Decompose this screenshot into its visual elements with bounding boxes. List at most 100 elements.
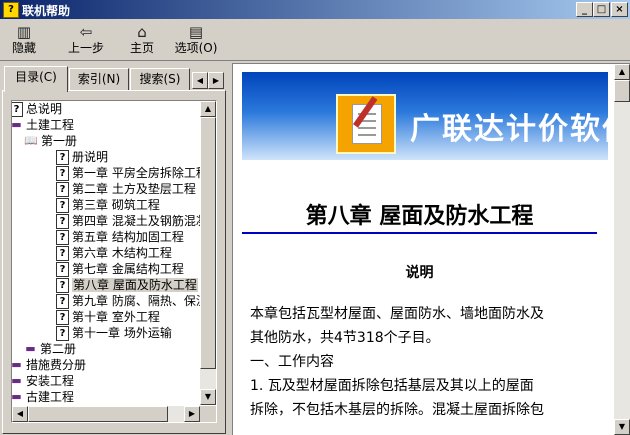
home-icon: ⌂	[137, 23, 147, 41]
paragraph-line: 本章包括瓦型材屋面、屋面防水、墙地面防水及	[250, 306, 544, 322]
home-button[interactable]: ⌂ 主页	[124, 22, 160, 58]
hide-icon: ▥	[16, 23, 32, 41]
banner-text: 广联达计价软件	[410, 112, 608, 147]
scroll-up-button[interactable]: ▲	[200, 101, 216, 117]
help-page-icon: ?	[56, 246, 69, 261]
book-icon: ▬	[25, 342, 36, 355]
tree-item[interactable]: ? 第六章 木结构工程	[56, 245, 172, 261]
options-icon: ▤	[188, 23, 204, 41]
help-page-icon: ?	[56, 214, 69, 229]
tree-item-label: 第二册	[40, 342, 77, 356]
help-page-icon: ?	[56, 310, 69, 325]
scroll-right-button[interactable]: ▶	[184, 406, 200, 422]
content-vertical-scrollbar[interactable]: ▲ ▼	[614, 64, 630, 435]
tree-item[interactable]: ? 第七章 金属结构工程	[56, 261, 184, 277]
scroll-down-button[interactable]: ▼	[200, 389, 216, 405]
tree-item[interactable]: ? 第三章 砌筑工程	[56, 197, 160, 213]
tree-item-label: 第九章 防腐、隔热、保温	[72, 294, 200, 308]
options-button[interactable]: ▤ 选项(O)	[172, 22, 220, 58]
tree-item-label: 安装工程	[26, 374, 75, 388]
content-scroll-up-button[interactable]: ▲	[614, 64, 630, 80]
tree-item[interactable]: ?第四章 混凝土及钢筋混凝土	[56, 213, 200, 229]
close-button[interactable]: ×	[611, 2, 628, 17]
tree-item-label: 第四章 混凝土及钢筋混凝土	[72, 214, 200, 228]
tree-item-label: 措施费分册	[26, 358, 87, 372]
tree-item[interactable]: ▬ 土建工程	[12, 117, 74, 133]
help-page-icon: ?	[56, 182, 69, 197]
tree-item-label: 古建工程	[26, 390, 75, 404]
tree-item-label: 第五章 结构加固工程	[72, 230, 184, 244]
content-scroll-thumb[interactable]	[614, 80, 630, 102]
help-page-icon: ?	[56, 326, 69, 341]
tab-index[interactable]: 索引(N)	[69, 68, 129, 91]
contents-tree: ? 总说明 ▬ 土建工程 📖 第一册? 册说明? 第一章 平房全房拆除工程? 第二章 土方及垫层…	[11, 100, 217, 423]
scroll-corner	[200, 406, 216, 422]
maximize-button[interactable]: □	[593, 2, 610, 17]
tree-item[interactable]: ▬ 安装工程	[12, 373, 74, 389]
tree-item-label: 第六章 木结构工程	[72, 246, 172, 260]
tree-item[interactable]: ? 册说明	[56, 149, 108, 165]
tab-scroll-left-button[interactable]: ◀	[192, 72, 208, 89]
help-page-icon: ?	[56, 230, 69, 245]
paragraph-line: 其他防水，共4节318个子目。	[250, 330, 440, 346]
tree-item[interactable]: ▬ 古建工程	[12, 389, 74, 405]
help-app-icon: ?	[3, 2, 19, 18]
content-pane: 广联达计价软件 第八章 屋面及防水工程 说明 本章包括瓦型材屋面、屋面防水、墙地…	[232, 63, 630, 435]
book-icon: ▬	[12, 374, 22, 387]
tree-item[interactable]: ? 第九章 防腐、隔热、保温	[56, 293, 200, 309]
open-book-icon: 📖	[24, 134, 38, 147]
tree-item[interactable]: ? 第五章 结构加固工程	[56, 229, 184, 245]
minimize-button[interactable]: _	[576, 2, 593, 17]
book-icon: ▬	[12, 118, 22, 131]
tree-item-label: 第三章 砌筑工程	[72, 198, 160, 212]
scroll-left-button[interactable]: ◀	[12, 406, 28, 422]
tree-item-label: 第八章 屋面及防水工程	[72, 278, 198, 292]
tree-item[interactable]: ▬ 第二册	[24, 341, 76, 357]
tree-item-label: 第一章 平房全房拆除工程	[72, 166, 200, 180]
navigation-pane: 目录(C) 索引(N) 搜索(S) ◀ ▶ ? 总说明 ▬ 土建工程 📖 第一册? 册说明?…	[2, 64, 226, 434]
tree-item-label: 第十章 室外工程	[72, 310, 160, 324]
toolbar: ▥ 隐藏 ⇦ 上一步 ⌂ 主页 ▤ 选项(O)	[0, 20, 630, 61]
help-page-icon: ?	[56, 278, 69, 293]
tree-item-label: 第十一章 场外运输	[72, 326, 172, 340]
tree-item[interactable]: ? 第二章 土方及垫层工程	[56, 181, 196, 197]
title-divider	[242, 232, 597, 234]
back-button[interactable]: ⇦ 上一步	[62, 22, 110, 58]
scroll-thumb[interactable]	[200, 117, 216, 369]
tree-horizontal-scrollbar[interactable]: ◀ ▶	[12, 406, 200, 422]
help-page-icon: ?	[56, 166, 69, 181]
tree-list: ? 总说明 ▬ 土建工程 📖 第一册? 册说明? 第一章 平房全房拆除工程? 第二章 土方及垫层…	[12, 101, 200, 405]
book-icon: ▬	[12, 358, 22, 371]
tree-item[interactable]: ? 总说明	[12, 101, 62, 117]
help-page-icon: ?	[56, 294, 69, 309]
product-banner: 广联达计价软件	[242, 72, 608, 160]
tree-vertical-scrollbar[interactable]: ▲ ▼	[200, 101, 216, 405]
help-page-icon: ?	[56, 150, 69, 165]
tree-item[interactable]: ? 第十章 室外工程	[56, 309, 160, 325]
tree-item-label: 第二章 土方及垫层工程	[72, 182, 196, 196]
tree-item[interactable]: ▬ 措施费分册	[12, 357, 86, 373]
horizontal-scroll-thumb[interactable]	[28, 406, 168, 422]
help-page-icon: ?	[12, 102, 23, 117]
window-title: 联机帮助	[22, 4, 71, 18]
book-icon: ▬	[12, 390, 22, 403]
tree-item[interactable]: ? 第一章 平房全房拆除工程	[56, 165, 200, 181]
content-scroll-down-button[interactable]: ▼	[614, 419, 630, 435]
tree-item-label: 总说明	[26, 102, 63, 116]
tab-scroll-right-button[interactable]: ▶	[208, 72, 224, 89]
hide-button[interactable]: ▥ 隐藏	[6, 22, 42, 58]
tree-item[interactable]: ? 第八章 屋面及防水工程	[56, 277, 198, 293]
tab-contents[interactable]: 目录(C)	[4, 66, 68, 92]
tab-search[interactable]: 搜索(S)	[130, 68, 190, 91]
contents-panel: ? 总说明 ▬ 土建工程 📖 第一册? 册说明? 第一章 平房全房拆除工程? 第二章 土方及垫层…	[2, 90, 226, 434]
tree-item-label: 土建工程	[26, 118, 75, 132]
tree-item[interactable]: ? 第十一章 场外运输	[56, 325, 172, 341]
tree-item[interactable]: 📖 第一册	[24, 133, 77, 149]
title-bar: ? 联机帮助 _ □ ×	[0, 0, 630, 19]
back-arrow-icon: ⇦	[79, 23, 93, 41]
paragraph-line: 拆除，不包括木基层的拆除。混凝土屋面拆除包	[250, 402, 544, 418]
help-page-icon: ?	[56, 262, 69, 277]
logo-icon	[336, 94, 396, 154]
chapter-title: 第八章 屋面及防水工程	[305, 203, 534, 229]
section-title: 说明	[405, 265, 434, 281]
